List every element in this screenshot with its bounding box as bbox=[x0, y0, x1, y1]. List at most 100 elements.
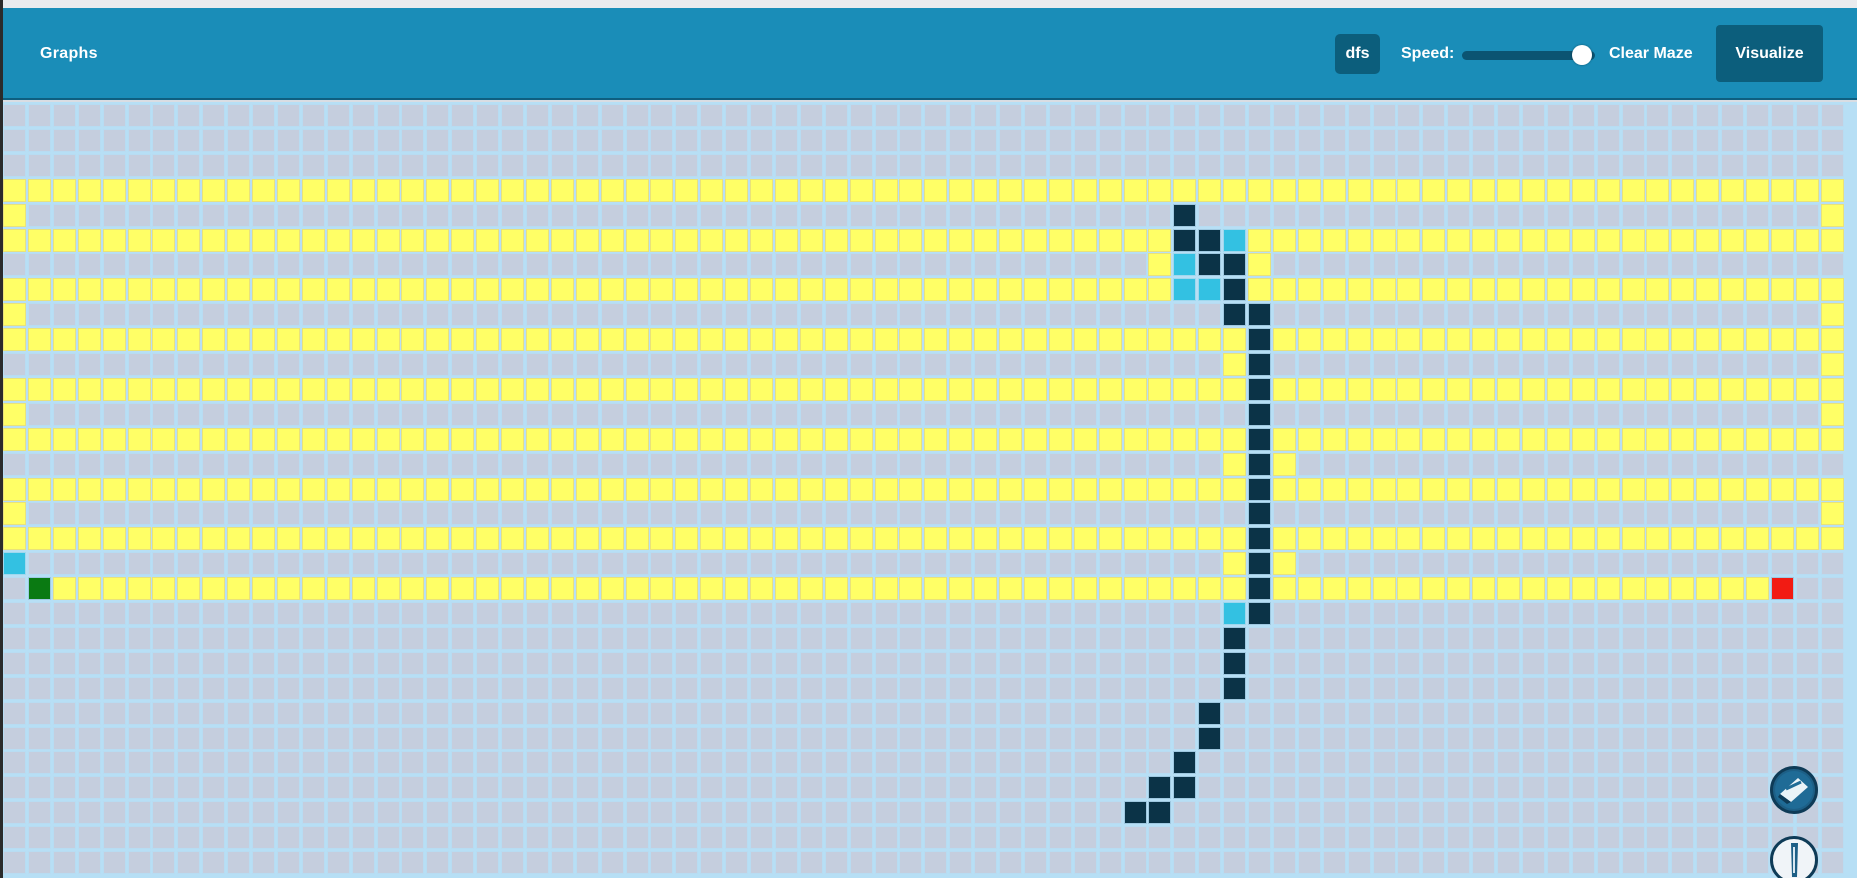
grid-cell[interactable] bbox=[1099, 353, 1122, 376]
visited-cell[interactable] bbox=[352, 229, 375, 252]
grid-cell[interactable] bbox=[800, 826, 823, 849]
grid-cell[interactable] bbox=[152, 253, 175, 276]
grid-cell[interactable] bbox=[1373, 403, 1396, 426]
visited-cell[interactable] bbox=[1373, 378, 1396, 401]
visited-cell[interactable] bbox=[3, 278, 26, 301]
grid-cell[interactable] bbox=[53, 727, 76, 750]
visited-cell[interactable] bbox=[576, 577, 599, 600]
grid-cell[interactable] bbox=[1721, 776, 1744, 799]
grid-cell[interactable] bbox=[1397, 403, 1420, 426]
grid-cell[interactable] bbox=[626, 727, 649, 750]
visited-cell[interactable] bbox=[1397, 478, 1420, 501]
grid-cell[interactable] bbox=[1547, 727, 1570, 750]
grid-cell[interactable] bbox=[1771, 403, 1794, 426]
grid-cell[interactable] bbox=[700, 253, 723, 276]
grid-cell[interactable] bbox=[1547, 403, 1570, 426]
grid-cell[interactable] bbox=[999, 154, 1022, 177]
grid-cell[interactable] bbox=[103, 104, 126, 127]
grid-cell[interactable] bbox=[1074, 702, 1097, 725]
grid-cell[interactable] bbox=[1447, 751, 1470, 774]
grid-cell[interactable] bbox=[227, 677, 250, 700]
visited-cell[interactable] bbox=[1746, 229, 1769, 252]
grid-cell[interactable] bbox=[650, 727, 673, 750]
grid-cell[interactable] bbox=[825, 303, 848, 326]
grid-cell[interactable] bbox=[650, 204, 673, 227]
grid-cell[interactable] bbox=[451, 403, 474, 426]
grid-cell[interactable] bbox=[1447, 552, 1470, 575]
grid-cell[interactable] bbox=[576, 104, 599, 127]
visited-cell[interactable] bbox=[875, 428, 898, 451]
grid-cell[interactable] bbox=[476, 353, 499, 376]
grid-cell[interactable] bbox=[277, 129, 300, 152]
grid-cell[interactable] bbox=[1323, 702, 1346, 725]
grid-cell[interactable] bbox=[974, 652, 997, 675]
grid-cell[interactable] bbox=[526, 502, 549, 525]
visited-cell[interactable] bbox=[1447, 428, 1470, 451]
visited-cell[interactable] bbox=[1721, 428, 1744, 451]
grid-cell[interactable] bbox=[377, 204, 400, 227]
grid-cell[interactable] bbox=[401, 403, 424, 426]
grid-cell[interactable] bbox=[3, 776, 26, 799]
grid-cell[interactable] bbox=[850, 353, 873, 376]
visited-cell[interactable] bbox=[1821, 378, 1844, 401]
grid-cell[interactable] bbox=[1397, 552, 1420, 575]
grid-cell[interactable] bbox=[1522, 677, 1545, 700]
visited-cell[interactable] bbox=[1348, 278, 1371, 301]
grid-cell[interactable] bbox=[227, 801, 250, 824]
grid-cell[interactable] bbox=[526, 826, 549, 849]
grid-cell[interactable] bbox=[1447, 602, 1470, 625]
grid-cell[interactable] bbox=[1323, 453, 1346, 476]
grid-cell[interactable] bbox=[1746, 154, 1769, 177]
grid-cell[interactable] bbox=[1373, 104, 1396, 127]
grid-cell[interactable] bbox=[1124, 353, 1147, 376]
grid-cell[interactable] bbox=[1099, 253, 1122, 276]
grid-cell[interactable] bbox=[1646, 702, 1669, 725]
grid-cell[interactable] bbox=[1796, 104, 1819, 127]
visited-cell[interactable] bbox=[1547, 527, 1570, 550]
visited-cell[interactable] bbox=[924, 577, 947, 600]
grid-cell[interactable] bbox=[601, 552, 624, 575]
grid-cell[interactable] bbox=[252, 677, 275, 700]
grid-cell[interactable] bbox=[3, 826, 26, 849]
grid-cell[interactable] bbox=[526, 627, 549, 650]
visited-cell[interactable] bbox=[949, 229, 972, 252]
grid-cell[interactable] bbox=[949, 204, 972, 227]
grid-cell[interactable] bbox=[1348, 303, 1371, 326]
visited-cell[interactable] bbox=[1422, 527, 1445, 550]
grid-cell[interactable] bbox=[1522, 751, 1545, 774]
grid-cell[interactable] bbox=[1821, 577, 1844, 600]
visited-cell[interactable] bbox=[1248, 229, 1271, 252]
visited-cell[interactable] bbox=[1696, 278, 1719, 301]
visited-cell[interactable] bbox=[377, 478, 400, 501]
grid-cell[interactable] bbox=[277, 303, 300, 326]
grid-cell[interactable] bbox=[1671, 502, 1694, 525]
visited-cell[interactable] bbox=[924, 428, 947, 451]
grid-cell[interactable] bbox=[1099, 502, 1122, 525]
visited-cell[interactable] bbox=[476, 428, 499, 451]
grid-cell[interactable] bbox=[1472, 403, 1495, 426]
grid-cell[interactable] bbox=[725, 627, 748, 650]
grid-cell[interactable] bbox=[1024, 204, 1047, 227]
brand-title[interactable]: Graphs bbox=[40, 8, 98, 100]
grid-cell[interactable] bbox=[476, 602, 499, 625]
grid-cell[interactable] bbox=[700, 129, 723, 152]
grid-cell[interactable] bbox=[1572, 751, 1595, 774]
grid-cell[interactable] bbox=[551, 204, 574, 227]
grid-cell[interactable] bbox=[177, 602, 200, 625]
grid-cell[interactable] bbox=[700, 353, 723, 376]
visited-cell[interactable] bbox=[949, 328, 972, 351]
grid-cell[interactable] bbox=[227, 826, 250, 849]
visited-cell[interactable] bbox=[1273, 577, 1296, 600]
grid-cell[interactable] bbox=[1298, 627, 1321, 650]
visited-cell[interactable] bbox=[1148, 229, 1171, 252]
grid-cell[interactable] bbox=[974, 453, 997, 476]
grid-cell[interactable] bbox=[675, 702, 698, 725]
visited-cell[interactable] bbox=[1373, 179, 1396, 202]
grid-cell[interactable] bbox=[974, 801, 997, 824]
visited-cell[interactable] bbox=[352, 328, 375, 351]
visited-cell[interactable] bbox=[28, 378, 51, 401]
grid-cell[interactable] bbox=[675, 602, 698, 625]
grid-cell[interactable] bbox=[949, 826, 972, 849]
wall-cell[interactable] bbox=[1248, 602, 1271, 625]
grid-cell[interactable] bbox=[1572, 652, 1595, 675]
